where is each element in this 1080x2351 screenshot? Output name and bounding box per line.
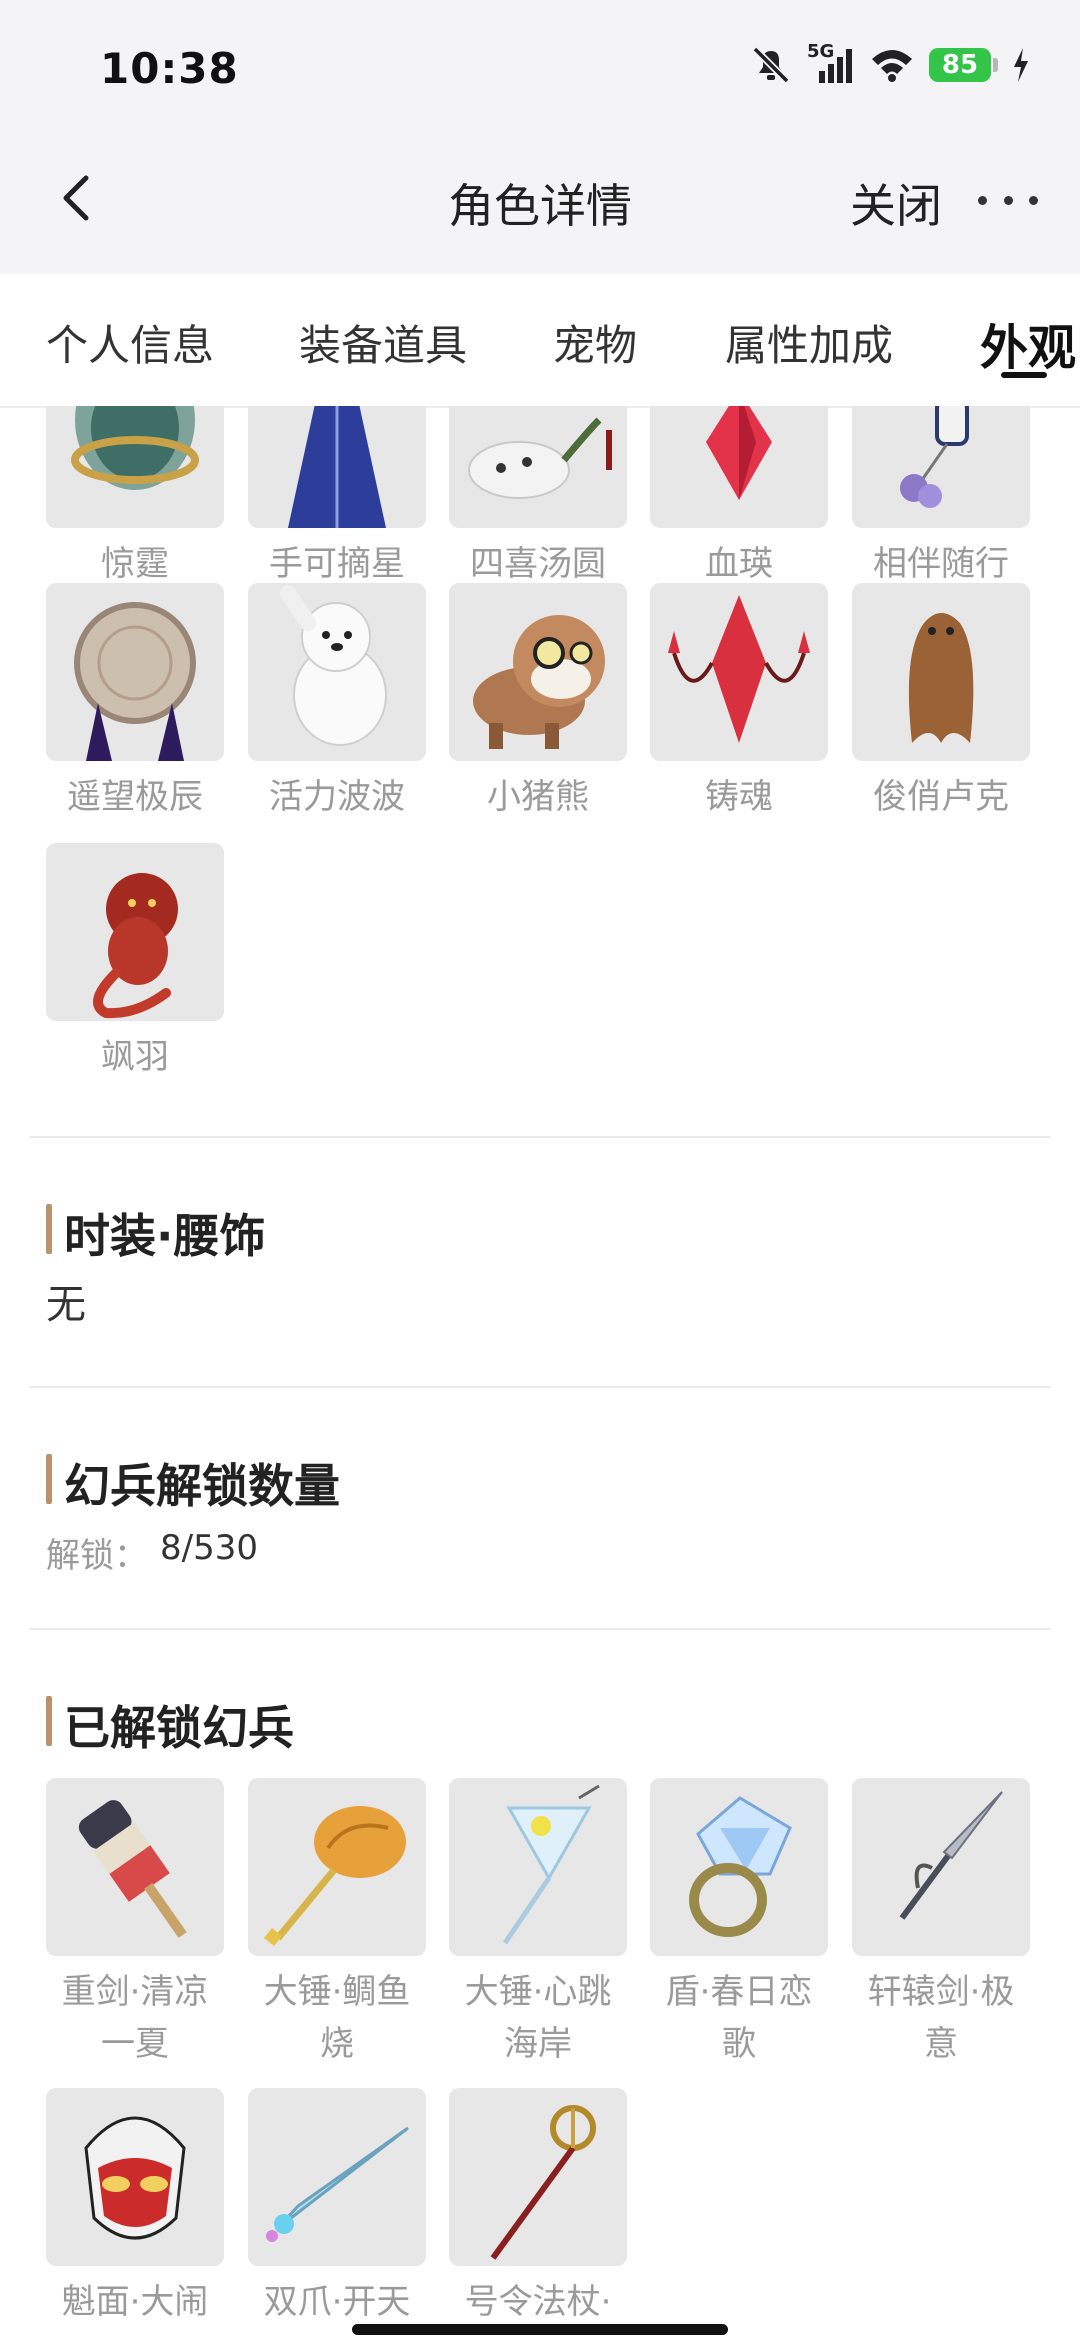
status-time: 10:38: [100, 44, 239, 93]
pet-item[interactable]: 小猪熊: [449, 583, 627, 823]
pet-thumbnail: [468, 417, 612, 499]
battery-indicator: 85: [929, 48, 998, 82]
pet-thumbnail: [908, 613, 974, 743]
pet-thumbnail: [473, 615, 605, 749]
battery-level: 85: [929, 48, 991, 82]
pet-thumbnail: [280, 585, 387, 746]
weapon-name: 魁面·大闹: [61, 2282, 209, 2322]
section-divider: [29, 1136, 1051, 1138]
weapon-thumbnail: [689, 1796, 792, 1937]
charging-icon: [1014, 48, 1028, 82]
pet-name: 遥望极辰: [67, 777, 203, 817]
section-title-unlocked-weapons: 已解锁幻兵: [46, 1692, 294, 1758]
tab-attributes[interactable]: 属性加成: [725, 312, 893, 373]
nav-bar: 角色详情 关闭: [0, 130, 1080, 274]
section-title-unlock-count: 幻兵解锁数量: [46, 1450, 340, 1516]
pet-item[interactable]: 活力波波: [248, 583, 426, 823]
weapon-thumbnail: [264, 1806, 406, 1946]
pet-thumbnail: [668, 595, 810, 743]
weapon-item[interactable]: 大锤·鲷鱼烧: [248, 1778, 426, 2070]
pet-item[interactable]: 四喜汤圆: [449, 406, 627, 590]
weapon-thumbnail: [490, 2105, 596, 2260]
status-bar: 10:38 5G 85: [0, 0, 1080, 130]
tab-personal-info[interactable]: 个人信息: [46, 312, 214, 373]
weapon-item[interactable]: 魁面·大闹: [46, 2088, 224, 2328]
weapon-item[interactable]: 重剑·清凉 一夏: [46, 1778, 224, 2070]
weapon-thumbnail: [502, 1784, 600, 1945]
pet-thumbnail: [74, 602, 196, 761]
signal-icon: 5G: [807, 41, 855, 85]
pet-thumbnail: [706, 406, 772, 500]
weapon-name: 轩辕剑·极意: [867, 1972, 1015, 2064]
active-tab-indicator: [1001, 372, 1047, 378]
close-button[interactable]: 关闭: [850, 170, 942, 236]
pet-item[interactable]: 遥望极辰: [46, 583, 224, 823]
weapon-item[interactable]: 轩辕剑·极意: [852, 1778, 1030, 2070]
weapon-thumbnail: [78, 1800, 187, 1938]
weapon-name: 重剑·清凉 一夏: [61, 1972, 209, 2064]
weapon-name: 盾·春日恋歌: [665, 1972, 813, 2064]
weapon-thumbnail: [84, 2116, 186, 2240]
pet-name: 活力波波: [269, 777, 405, 817]
pet-item[interactable]: 飒羽: [46, 843, 224, 1083]
weapon-name: 号令法杖·: [464, 2282, 612, 2322]
pet-item[interactable]: 铸魂: [650, 583, 828, 823]
pet-thumbnail: [288, 406, 386, 528]
weapon-item[interactable]: 盾·春日恋歌: [650, 1778, 828, 2070]
pet-name: 小猪熊: [487, 777, 589, 817]
weapon-name: 双爪·开天: [263, 2282, 411, 2322]
pet-thumbnail: [900, 406, 969, 508]
unlock-label: 解锁：: [46, 1536, 148, 1576]
waist-value: 无: [46, 1282, 86, 1328]
section-title-waist: 时装·腰饰: [46, 1200, 265, 1266]
home-indicator[interactable]: [352, 2324, 728, 2335]
weapon-item[interactable]: 大锤·心跳 海岸: [449, 1778, 627, 2070]
more-icon[interactable]: [978, 170, 1038, 230]
pet-thumbnail: [93, 873, 178, 1019]
tab-equipment[interactable]: 装备道具: [299, 312, 467, 373]
weapon-name: 大锤·心跳 海岸: [464, 1972, 612, 2064]
section-divider: [29, 1386, 1051, 1388]
pet-item[interactable]: 俊俏卢克: [852, 583, 1030, 823]
pet-item[interactable]: 相伴随行: [852, 406, 1030, 590]
pet-name: 俊俏卢克: [873, 777, 1009, 817]
pet-item[interactable]: 血瑛: [650, 406, 828, 590]
tab-pets[interactable]: 宠物: [553, 312, 637, 373]
weapon-thumbnail: [899, 1791, 1003, 1920]
pet-name: 铸魂: [705, 777, 773, 817]
pet-name: 飒羽: [101, 1037, 169, 1077]
weapon-item[interactable]: 双爪·开天: [248, 2088, 426, 2328]
weapon-name: 大锤·鲷鱼烧: [263, 1972, 411, 2064]
content-area[interactable]: 惊霆 手可摘星 四喜汤圆 血瑛 相伴随行 遥望极辰 活力波波 小猪熊 铸魂 俊俏…: [0, 406, 1080, 2351]
wifi-icon: [872, 50, 912, 82]
tab-appearance[interactable]: 外观: [980, 308, 1076, 378]
unlock-value: 8/530: [160, 1528, 258, 1568]
weapon-item[interactable]: 号令法杖·: [449, 2088, 627, 2328]
pet-item[interactable]: 手可摘星: [248, 406, 426, 590]
pet-thumbnail: [71, 406, 199, 490]
status-icons: 5G 85: [749, 40, 1030, 90]
pet-item[interactable]: 惊霆: [46, 406, 224, 590]
section-divider: [29, 1628, 1051, 1630]
bell-mute-icon: [752, 46, 790, 84]
tab-bar: 个人信息 装备道具 宠物 属性加成 外观: [0, 274, 1080, 408]
weapon-thumbnail: [266, 2126, 409, 2242]
